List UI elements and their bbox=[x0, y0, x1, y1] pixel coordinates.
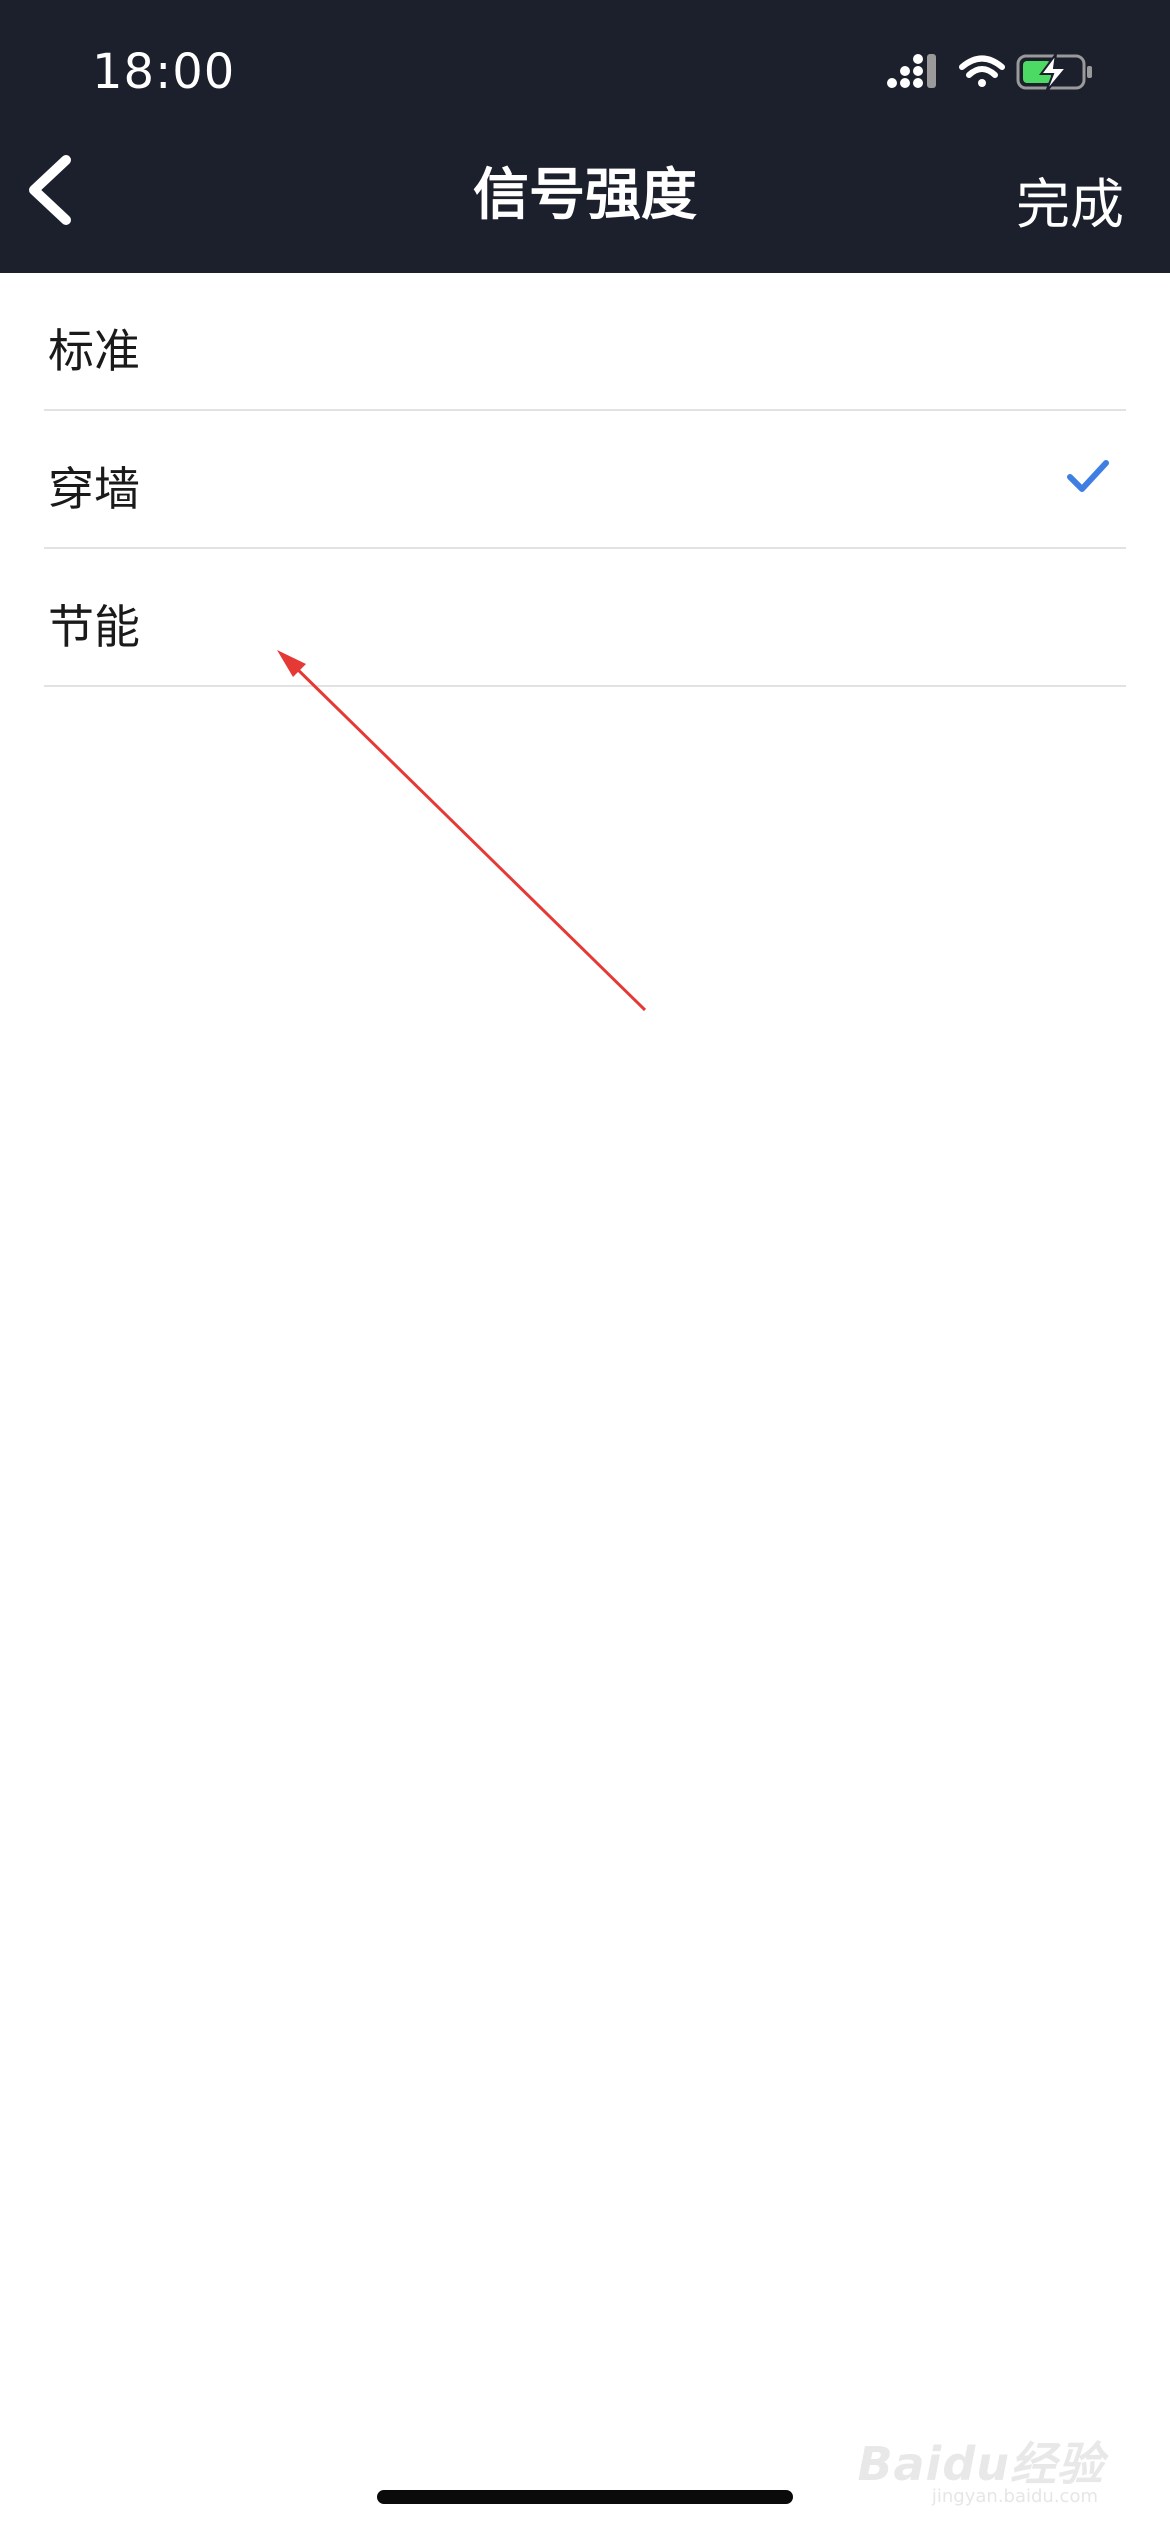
battery-charging-icon bbox=[1016, 53, 1092, 93]
option-label: 标准 bbox=[48, 324, 140, 378]
cellular-signal-icon bbox=[887, 54, 936, 88]
watermark-url: jingyan.baidu.com bbox=[931, 2486, 1098, 2507]
page-title: 信号强度 bbox=[473, 163, 697, 228]
watermark-logo: Baidu经验 bbox=[857, 2437, 1104, 2491]
status-time: 18:00 bbox=[92, 44, 236, 100]
signal-strength-options: 标准 穿墙 节能 bbox=[44, 273, 1126, 687]
option-label: 穿墙 bbox=[48, 462, 140, 516]
status-icons bbox=[887, 53, 1092, 93]
done-button[interactable]: 完成 bbox=[1016, 160, 1124, 239]
option-standard[interactable]: 标准 bbox=[44, 273, 1126, 411]
option-power-saving[interactable]: 节能 bbox=[44, 549, 1126, 687]
wifi-icon bbox=[959, 55, 1005, 87]
option-label: 节能 bbox=[48, 600, 140, 654]
checkmark-icon bbox=[1067, 460, 1109, 492]
header-bar: 18:00 信号强度 完成 bbox=[0, 0, 1170, 273]
screen: 18:00 信号强度 完成 标准 穿墙 节能 Baidu经验 jingyan.b… bbox=[0, 0, 1170, 2532]
option-wall-penetration[interactable]: 穿墙 bbox=[44, 411, 1126, 549]
home-indicator[interactable] bbox=[377, 2490, 793, 2504]
